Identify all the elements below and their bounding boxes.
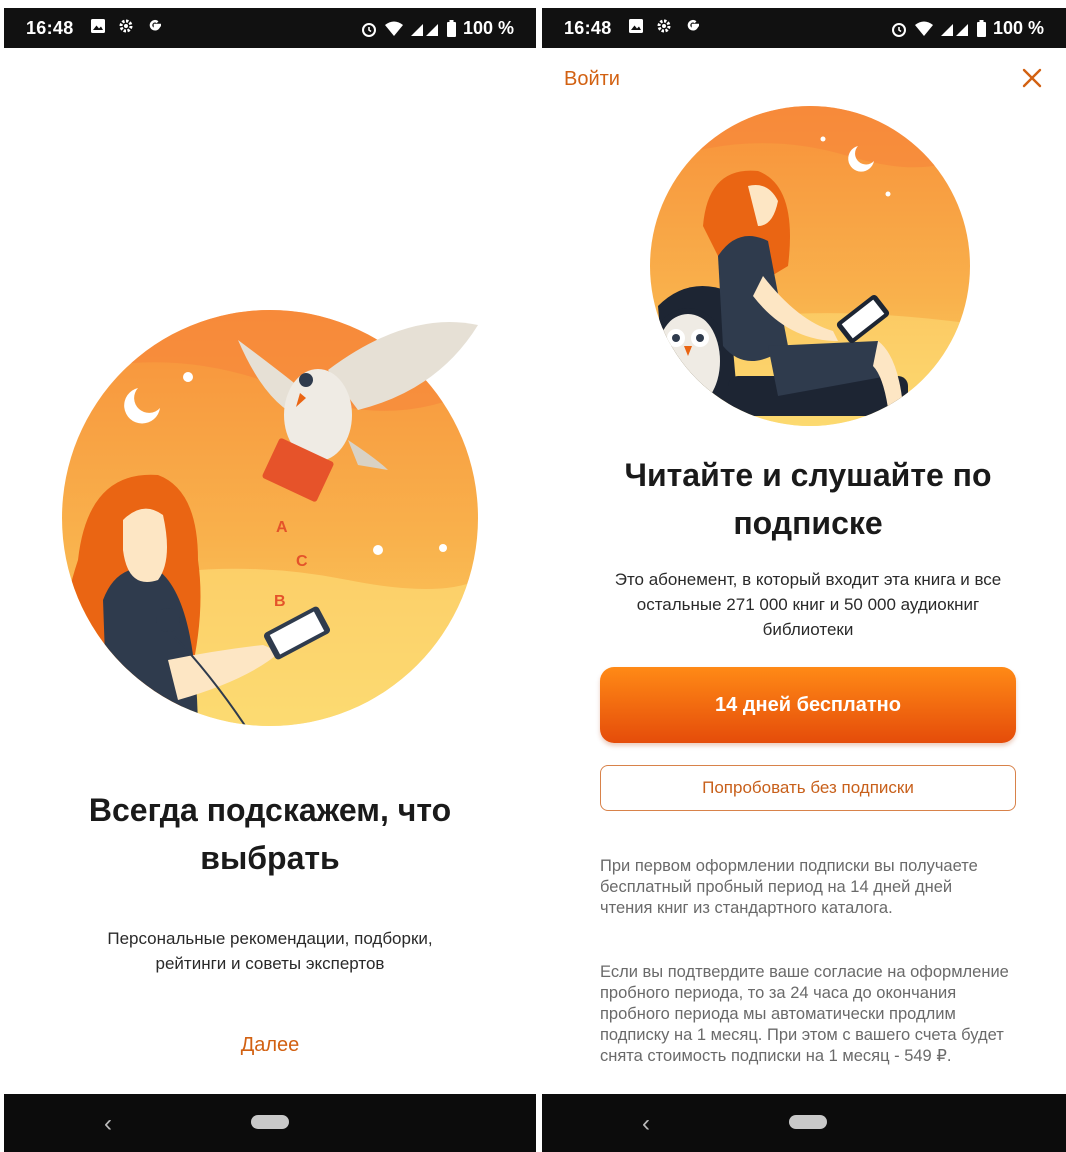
subscription-illustration	[650, 106, 970, 426]
wifi-icon	[914, 21, 933, 36]
floating-letter: B	[274, 593, 286, 610]
battery-percent: 100 %	[992, 18, 1044, 38]
notification-icons	[628, 17, 702, 35]
onboarding-screen-recommendations: 16:48 100 % A C B Всегда подскажем, что …	[4, 0, 536, 1152]
system-status: 100 %	[360, 18, 514, 39]
screen-subtitle: Персональные рекомендации, подборки, рей…	[107, 929, 433, 973]
back-nav-icon[interactable]: ‹	[104, 1110, 112, 1138]
home-nav-pill[interactable]	[789, 1115, 827, 1129]
home-nav-pill[interactable]	[251, 1115, 289, 1129]
floating-letter: A	[276, 519, 288, 536]
system-status: 100 %	[890, 18, 1044, 39]
status-time: 16:48	[564, 18, 612, 38]
image-icon	[629, 19, 643, 33]
alarm-icon	[361, 22, 376, 37]
floating-letter: C	[296, 553, 308, 570]
google-icon	[149, 19, 161, 31]
navigation-bar: ‹	[542, 1094, 1066, 1152]
image-icon	[91, 19, 105, 33]
close-icon[interactable]	[1020, 66, 1044, 90]
subscription-screen: 16:48 100 % Войти Читайте и слушайте по …	[542, 0, 1066, 1152]
gear-icon	[657, 19, 671, 33]
screen-title: Читайте и слушайте по подписке	[624, 457, 992, 541]
status-time: 16:48	[26, 18, 74, 38]
battery-icon	[976, 19, 986, 37]
login-link[interactable]: Войти	[564, 68, 620, 91]
auto-renewal-terms-text: Если вы подтвердите ваше согласие на офо…	[600, 963, 1009, 1065]
signal-icon	[410, 23, 438, 36]
gear-icon	[119, 19, 133, 33]
status-bar: 16:48 100 %	[542, 8, 1066, 48]
battery-icon	[446, 19, 456, 37]
status-bar: 16:48 100 %	[4, 8, 536, 48]
battery-percent: 100 %	[462, 18, 514, 38]
navigation-bar: ‹	[4, 1094, 536, 1152]
alarm-icon	[891, 22, 906, 37]
free-trial-button[interactable]: 14 дней бесплатно	[600, 667, 1016, 743]
notification-icons	[90, 17, 164, 35]
screen-subtitle: Это абонемент, в который входит эта книг…	[614, 570, 1002, 639]
screen-title: Всегда подскажем, что выбрать	[88, 792, 452, 876]
recommendations-illustration: A C B	[62, 310, 478, 726]
next-button[interactable]: Далее	[4, 1034, 536, 1057]
google-icon	[687, 19, 699, 31]
signal-icon	[940, 23, 968, 36]
back-nav-icon[interactable]: ‹	[642, 1110, 650, 1138]
try-without-subscription-button[interactable]: Попробовать без подписки	[600, 765, 1016, 811]
wifi-icon	[384, 21, 403, 36]
trial-terms-text: При первом оформлении подписки вы получа…	[600, 857, 978, 917]
